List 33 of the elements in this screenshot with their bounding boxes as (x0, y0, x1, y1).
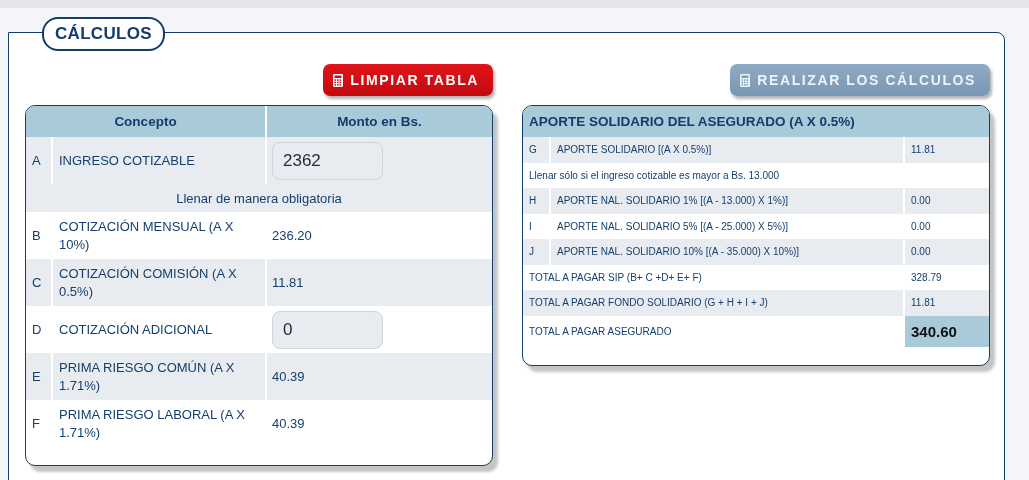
concept-cell: PRIMA RIESGO LABORAL (A X 1.71%) (52, 400, 266, 447)
row-letter: H (523, 188, 550, 214)
calculator-icon (333, 73, 344, 87)
note-text: Llenar sólo si el ingreso cotizable es mayor a Bs. 13.000 (523, 162, 989, 188)
row-letter: J (523, 239, 550, 265)
concept-cell: APORTE NAL. SOLIDARIO 10% [(A - 35.000) X 10%)] (550, 239, 904, 265)
amount-cell: 328.79 (904, 264, 989, 290)
column-header: Monto en Bs. (266, 106, 492, 137)
amount-cell: 0.00 (904, 239, 989, 265)
amount-field[interactable]: 0 (272, 310, 383, 349)
row-letter: C (26, 259, 52, 306)
row-letter: E (26, 353, 52, 400)
row-letter: F (26, 400, 52, 447)
total-label: TOTAL A PAGAR FONDO SOLIDARIO (G + H + I + J) (523, 290, 904, 316)
section-title: CÁLCULOS (42, 17, 165, 51)
amount-cell: 236.20 (272, 228, 312, 243)
amount-cell: 11.81 (272, 275, 304, 290)
grand-total-cell: 340.60 (904, 315, 989, 347)
concept-cell: PRIMA RIESGO COMÚN (A X 1.71%) (52, 353, 266, 400)
table-title: APORTE SOLIDARIO DEL ASEGURADO (A X 0.5%) (523, 106, 989, 137)
amount-cell: 40.39 (272, 369, 305, 384)
clear-table-button[interactable]: LIMPIAR TABLA (323, 64, 493, 96)
calculator-icon (740, 73, 751, 87)
column-header: Concepto (26, 106, 266, 137)
concept-cell: APORTE NAL. SOLIDARIO 1% [(A - 13.000) X 1%)] (550, 188, 904, 214)
concept-cell: COTIZACIÓN COMISIÓN (A X 0.5%) (52, 259, 266, 306)
amount-cell: 40.39 (272, 416, 305, 431)
note-text: Llenar de manera obligatoria (26, 184, 492, 212)
concept-cell: APORTE SOLIDARIO [(A X 0.5%)] (550, 137, 904, 163)
amount-cell: 0.00 (904, 213, 989, 239)
amount-cell: 11.81 (904, 290, 989, 316)
amount-field[interactable]: 2362 (272, 141, 383, 180)
row-letter: G (523, 137, 550, 163)
